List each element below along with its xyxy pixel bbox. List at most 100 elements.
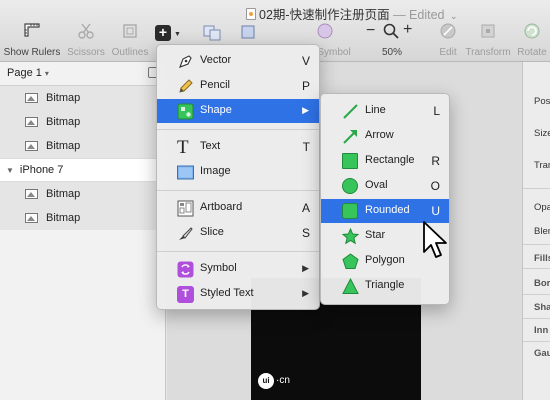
symbol-icon — [177, 261, 194, 278]
menu-item-label: Oval — [365, 179, 388, 191]
menu-item-rectangle[interactable]: Rectangle R — [321, 149, 449, 173]
layer-row[interactable]: Bitmap — [0, 134, 165, 158]
transform-icon — [481, 24, 495, 38]
menu-item-label: Styled Text — [200, 287, 254, 299]
layer-label: Bitmap — [46, 140, 81, 152]
disclosure-triangle-icon[interactable]: ▼ — [6, 166, 14, 175]
transform-label: Transform — [465, 47, 511, 58]
page-chevron-icon: ▾ — [44, 69, 49, 78]
menu-item-label: Slice — [200, 226, 224, 238]
subtract-icon[interactable] — [240, 24, 260, 42]
rotate-button[interactable]: Rotate — [514, 0, 550, 58]
inspector-fills-header[interactable]: Fills — [534, 253, 550, 264]
layers-panel: Page 1 ▾ Bitmap Bitmap Bitmap ▼ iPhone 7 … — [0, 62, 166, 400]
text-icon: T — [177, 137, 189, 158]
inspector-opacity-label: Opa — [534, 202, 550, 213]
symbol-circle-icon — [317, 23, 333, 39]
menu-item-image[interactable]: Image — [157, 160, 319, 184]
menu-item-label: Shape — [200, 104, 232, 116]
pencil-icon — [179, 79, 193, 93]
submenu-arrow-icon: ▶ — [302, 263, 309, 273]
page-label: Page 1 — [7, 67, 42, 79]
menu-item-triangle[interactable]: Triangle — [321, 274, 449, 298]
page-selector[interactable]: Page 1 ▾ — [0, 62, 165, 86]
insert-button[interactable]: + — [155, 25, 171, 41]
inspector-shadows-header[interactable]: Sha — [534, 302, 550, 313]
inspector-position-label: Pos — [534, 96, 550, 107]
shape-submenu: Line L Arrow Rectangle R Oval O Rounded … — [320, 93, 450, 305]
zoom-out-button[interactable]: − — [366, 22, 375, 40]
inspector-gaussian-blur-header[interactable]: Gau — [534, 348, 550, 359]
menu-item-shortcut: V — [301, 54, 310, 68]
menu-item-text[interactable]: T Text T — [157, 135, 319, 159]
submenu-arrow-icon: ▶ — [302, 288, 309, 298]
mouse-pointer-icon — [423, 221, 447, 258]
outlines-button[interactable]: Outlines — [108, 0, 152, 58]
transform-button[interactable]: Transform — [464, 0, 512, 58]
zoom-in-button[interactable]: + — [403, 21, 412, 39]
menu-item-shortcut: U — [431, 204, 440, 218]
menu-item-label: Rectangle — [365, 154, 415, 166]
watermark: ui ·cn — [258, 373, 290, 389]
watermark-text: ·cn — [276, 375, 290, 386]
polygon-icon — [342, 253, 359, 269]
bitmap-icon — [25, 117, 38, 127]
zoom-level: 50% — [381, 47, 403, 58]
menu-item-vector[interactable]: Vector V — [157, 49, 319, 73]
star-icon — [342, 228, 359, 245]
rounded-rectangle-icon — [342, 203, 358, 219]
menu-item-label: Text — [200, 140, 221, 152]
layer-row[interactable]: Bitmap — [0, 206, 165, 230]
bitmap-icon — [25, 93, 38, 103]
menu-item-label: Triangle — [365, 279, 405, 291]
slice-knife-icon — [179, 227, 193, 240]
inspector-borders-header[interactable]: Bor — [534, 278, 550, 289]
vector-pen-icon — [179, 55, 192, 68]
layer-row[interactable]: Bitmap — [0, 86, 165, 110]
menu-item-symbol[interactable]: Symbol ▶ — [157, 257, 319, 281]
inspector-size-label: Size — [534, 128, 550, 139]
menu-item-styled-text[interactable]: T Styled Text ▶ — [157, 282, 319, 306]
inspector-inner-shadows-header[interactable]: Inn — [534, 325, 548, 336]
insert-caret-icon[interactable]: ▼ — [174, 31, 181, 38]
inspector-transform-label: Tran — [534, 160, 550, 171]
menu-item-label: Pencil — [200, 79, 230, 91]
scissors-button[interactable]: Scissors — [64, 0, 108, 58]
union-icon[interactable] — [202, 24, 222, 42]
edit-icon — [440, 23, 456, 39]
menu-item-artboard[interactable]: Artboard A — [157, 196, 319, 220]
bitmap-icon — [25, 141, 38, 151]
symbol-label: Symbol — [317, 47, 351, 58]
menu-item-shortcut: S — [301, 226, 310, 240]
menu-item-shape[interactable]: Shape ▶ — [157, 99, 319, 123]
arrow-icon — [343, 130, 357, 144]
inspector-panel: Pos Size Tran Opa Blen Fills Bor Sha Inn… — [522, 62, 550, 400]
artboard-icon — [177, 200, 194, 217]
menu-item-shortcut: A — [301, 201, 310, 215]
window-title: 02期-快速制作注册页面 — Edited ⌄ — [246, 4, 458, 23]
menu-item-pencil[interactable]: Pencil P — [157, 74, 319, 98]
submenu-arrow-icon: ▶ — [302, 105, 309, 115]
shape-icon — [177, 103, 194, 120]
oval-icon — [342, 178, 358, 194]
edit-button[interactable]: Edit — [434, 0, 462, 58]
menu-item-label: Rounded — [365, 204, 410, 216]
document-icon — [246, 8, 256, 20]
menu-item-shortcut: O — [430, 179, 440, 193]
menu-item-shortcut: L — [433, 104, 440, 118]
menu-item-slice[interactable]: Slice S — [157, 221, 319, 245]
layer-row[interactable]: Bitmap — [0, 182, 165, 206]
layer-group-row[interactable]: ▼ iPhone 7 — [0, 158, 165, 182]
menu-item-shortcut: R — [431, 154, 440, 168]
show-rulers-button[interactable]: Show Rulers — [0, 0, 64, 58]
menu-item-label: Symbol — [200, 262, 237, 274]
menu-item-label: Polygon — [365, 254, 405, 266]
bitmap-icon — [25, 189, 38, 199]
layer-label: Bitmap — [46, 116, 81, 128]
menu-item-oval[interactable]: Oval O — [321, 174, 449, 198]
layer-row[interactable]: Bitmap — [0, 110, 165, 134]
menu-item-line[interactable]: Line L — [321, 99, 449, 123]
ruler-icon — [24, 23, 40, 37]
zoom-control[interactable]: − + 50% — [362, 0, 422, 58]
menu-item-arrow[interactable]: Arrow — [321, 124, 449, 148]
